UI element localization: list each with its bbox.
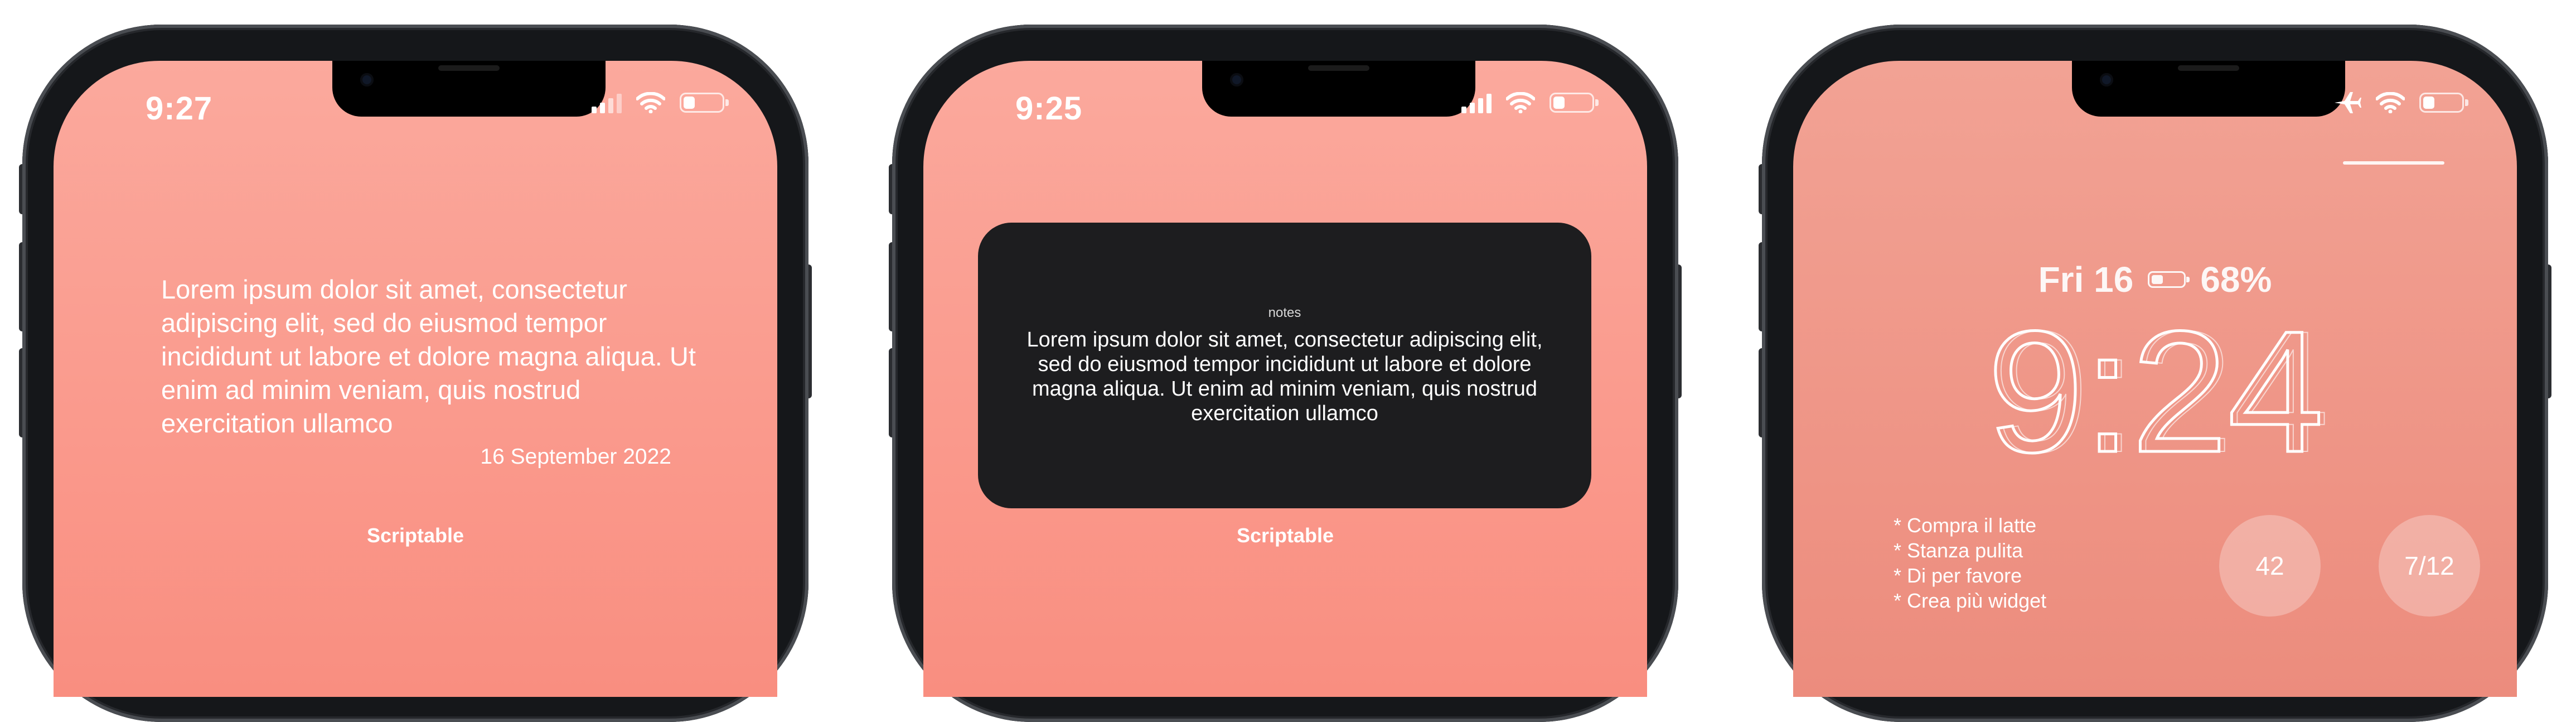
phone-2: 9:25 notes Lorem ipsum dolor sit amet, c… <box>889 25 1682 722</box>
status-bar <box>1461 83 1599 122</box>
status-time: 9:27 <box>146 90 213 127</box>
battery-icon <box>2148 271 2190 288</box>
status-bar <box>2333 83 2468 122</box>
home-screen: 9:25 notes Lorem ipsum dolor sit amet, c… <box>923 61 1647 697</box>
wifi-icon <box>2376 92 2405 113</box>
lock-screen: Fri 16 68% 9:24 9:24 * Compra il latte *… <box>1793 61 2517 697</box>
cellular-signal-icon <box>1461 92 1492 113</box>
camera-icon <box>1230 73 1243 86</box>
notch <box>332 61 606 117</box>
lock-date: Fri 16 <box>2038 259 2134 300</box>
todo-widget[interactable]: * Compra il latte * Stanza pulita * Di p… <box>1894 513 2046 613</box>
widget-app-label: Scriptable <box>366 524 464 547</box>
cellular-signal-icon <box>592 92 622 113</box>
airplane-icon <box>2335 92 2361 113</box>
todo-item: * Di per favore <box>1894 564 2022 587</box>
notes-widget-date: 16 September 2022 <box>480 445 671 469</box>
todo-item: * Crea più widget <box>1894 589 2047 612</box>
wifi-icon <box>1506 92 1535 113</box>
status-time: 9:25 <box>1015 90 1083 127</box>
notch <box>2072 61 2345 117</box>
widget-app-label: Scriptable <box>1236 524 1334 547</box>
circular-widget-2[interactable]: 7/12 <box>2379 515 2480 617</box>
speaker <box>438 65 500 71</box>
svg-text:9:24: 9:24 <box>1993 317 2329 468</box>
notch <box>1202 61 1475 117</box>
lock-clock: 9:24 9:24 <box>1986 317 2330 468</box>
notes-widget[interactable]: notes Lorem ipsum dolor sit amet, consec… <box>978 223 1591 508</box>
status-bar <box>592 83 729 122</box>
home-screen: 9:27 Lorem ipsum dolor sit amet, consect… <box>54 61 777 697</box>
camera-icon <box>360 73 374 86</box>
lock-date-row: Fri 16 68% <box>1793 259 2517 300</box>
notes-widget-text[interactable]: Lorem ipsum dolor sit amet, consectetur … <box>161 273 702 440</box>
camera-icon <box>2100 73 2113 86</box>
notes-widget-title: notes <box>1268 305 1301 320</box>
battery-icon <box>680 93 729 113</box>
speaker <box>1308 65 1369 71</box>
battery-percent: 68% <box>2200 259 2272 300</box>
todo-item: * Stanza pulita <box>1894 539 2023 562</box>
phone-3: Fri 16 68% 9:24 9:24 * Compra il latte *… <box>1759 25 2551 722</box>
todo-item: * Compra il latte <box>1894 514 2037 537</box>
speaker <box>2178 65 2239 71</box>
status-indicator <box>2343 161 2444 165</box>
wifi-icon <box>636 92 665 113</box>
battery-icon <box>1550 93 1599 113</box>
battery-icon <box>2419 93 2468 113</box>
circular-widget-1[interactable]: 42 <box>2219 515 2321 617</box>
phone-1: 9:27 Lorem ipsum dolor sit amet, consect… <box>19 25 812 722</box>
notes-widget-text: Lorem ipsum dolor sit amet, consectetur … <box>1026 328 1543 425</box>
